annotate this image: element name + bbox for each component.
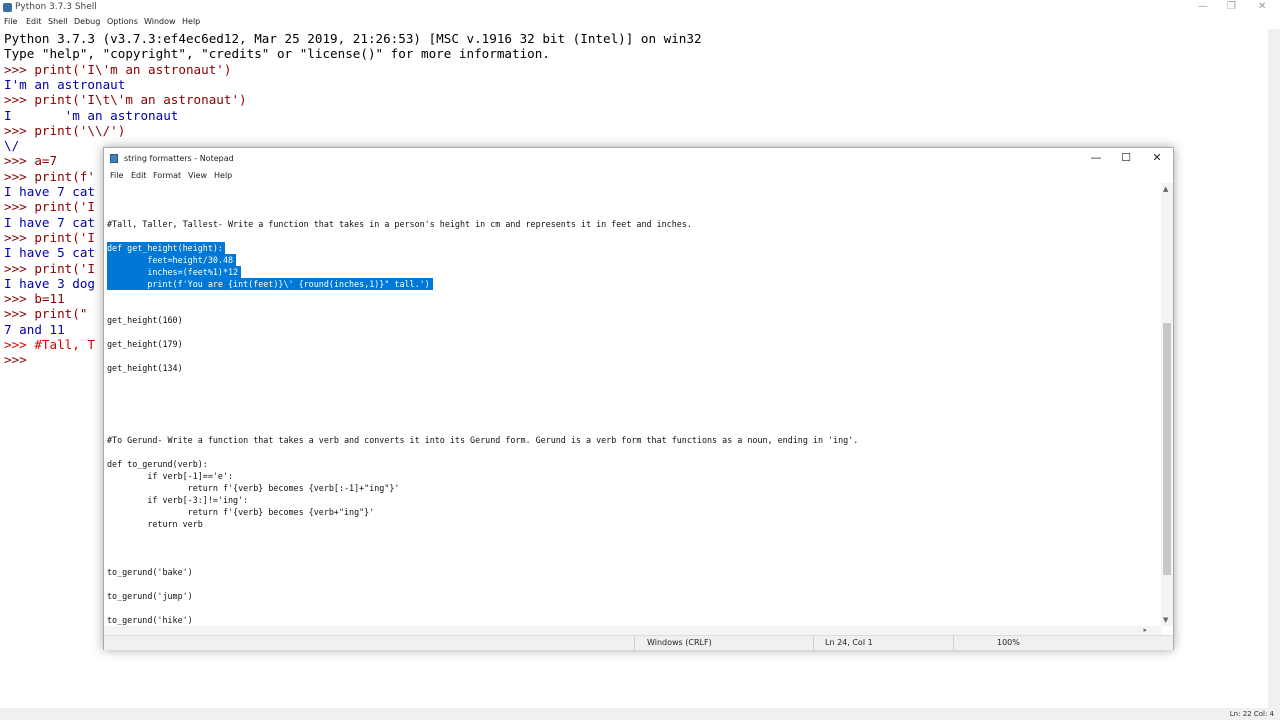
shell-line: >>> print('I <box>4 199 95 215</box>
shell-line: I have 7 cat <box>4 214 95 230</box>
notepad-code-line: if verb[-3:]!='ing': <box>107 495 249 505</box>
notepad-window-title: string formatters - Notepad <box>124 154 234 163</box>
notepad-code-line: print(f'You are {int(feet)}\' {round(inc… <box>107 279 430 289</box>
shell-line: \/ <box>4 138 20 154</box>
shell-menu-file[interactable]: File <box>4 17 17 26</box>
shell-menu-options[interactable]: Options <box>107 17 138 26</box>
notepad-text-area[interactable]: #Tall, Taller, Tallest- Write a function… <box>104 183 1161 626</box>
shell-line: >>> print('I <box>4 260 95 276</box>
shell-line: >>> a=7 <box>4 153 58 169</box>
shell-line: >>> print(" <box>4 306 88 322</box>
shell-title-bar: Python 3.7.3 Shell — ❐ ✕ <box>0 0 1280 15</box>
notepad-menu-file[interactable]: File <box>110 171 123 180</box>
notepad-code-line: #To Gerund- Write a function that takes … <box>107 435 859 445</box>
notepad-code-line: get_height(179) <box>107 339 183 349</box>
python-icon <box>3 3 12 12</box>
shell-line: >>> print('I\'m an astronaut') <box>4 61 232 77</box>
notepad-menu-help[interactable]: Help <box>214 171 232 180</box>
notepad-title-bar[interactable]: string formatters - Notepad — ☐ ✕ <box>104 148 1173 169</box>
notepad-code-line: return f'{verb} becomes {verb+"ing"}' <box>107 507 375 517</box>
shell-line: 7 and 11 <box>4 321 65 337</box>
shell-restore-button[interactable]: ❐ <box>1227 1 1236 12</box>
shell-window-title: Python 3.7.3 Shell <box>15 2 97 12</box>
shell-line: >>> print('I\t\'m an astronaut') <box>4 92 247 108</box>
notepad-code-line: to_gerund('hike') <box>107 615 193 625</box>
notepad-scroll-thumb[interactable] <box>1163 323 1171 575</box>
shell-line: I'm an astronaut <box>4 76 126 92</box>
notepad-code-line: return verb <box>107 519 203 529</box>
scroll-down-icon[interactable]: ▼ <box>1163 616 1168 624</box>
notepad-code-line: if verb[-1]=='e': <box>107 471 234 481</box>
notepad-vertical-scrollbar[interactable]: ▲ ▼ <box>1161 183 1173 626</box>
notepad-code-line: inches=(feet%1)*12 <box>107 267 239 277</box>
shell-line: >>> #Tall, T <box>4 337 95 352</box>
shell-scrollbar[interactable] <box>1268 29 1280 708</box>
notepad-code-line: get_height(134) <box>107 363 183 373</box>
shell-line: I have 7 cat <box>4 184 95 199</box>
shell-line: I have 5 cat <box>4 245 95 261</box>
shell-menu-shell[interactable]: Shell <box>48 17 68 26</box>
shell-menu-help[interactable]: Help <box>182 17 200 26</box>
scroll-up-icon[interactable]: ▲ <box>1163 185 1168 193</box>
notepad-horizontal-scrollbar[interactable]: ▸ <box>104 626 1161 635</box>
shell-minimize-button[interactable]: — <box>1198 1 1208 12</box>
notepad-status-bar: Windows (CRLF) Ln 24, Col 1 100% <box>104 635 1173 650</box>
shell-close-button[interactable]: ✕ <box>1258 1 1266 12</box>
shell-line: >>> print('I <box>4 229 95 245</box>
shell-line: >>> print(f' <box>4 168 95 184</box>
shell-line: I 'm an astronaut <box>4 107 179 123</box>
notepad-encoding: Windows (CRLF) <box>647 638 712 647</box>
notepad-menu-bar: File Edit Format View Help <box>104 169 1173 183</box>
notepad-menu-edit[interactable]: Edit <box>131 171 147 180</box>
shell-menu-bar: File Edit Shell Debug Options Window Hel… <box>0 15 1280 29</box>
notepad-code-line: return f'{verb} becomes {verb[:-1]+"ing"… <box>107 483 400 493</box>
notepad-code-line: to_gerund('bake') <box>107 567 193 577</box>
notepad-code-line: to_gerund('jump') <box>107 591 193 601</box>
shell-line: Python 3.7.3 (v3.7.3:ef4ec6ed12, Mar 25 … <box>4 31 702 46</box>
shell-line: Type "help", "copyright", "credits" or "… <box>4 46 550 62</box>
notepad-cursor-position: Ln 24, Col 1 <box>825 638 873 647</box>
notepad-menu-format[interactable]: Format <box>153 171 181 180</box>
notepad-zoom-level: 100% <box>997 638 1020 647</box>
status-separator <box>813 636 814 650</box>
notepad-maximize-button[interactable]: ☐ <box>1111 151 1141 164</box>
shell-line: >>> print('\\/') <box>4 122 126 138</box>
notepad-menu-view[interactable]: View <box>188 171 207 180</box>
shell-menu-window[interactable]: Window <box>144 17 176 26</box>
notepad-code-line: def get_height(height): <box>107 243 223 253</box>
notepad-code-line: #Tall, Taller, Tallest- Write a function… <box>107 219 692 229</box>
notepad-code-line: get_height(160) <box>107 315 183 325</box>
notepad-window[interactable]: string formatters - Notepad — ☐ ✕ File E… <box>103 147 1174 650</box>
notepad-code-line: def to_gerund(verb): <box>107 459 208 469</box>
notepad-code-line: feet=height/30.48 <box>107 255 234 265</box>
shell-status-bar: Ln: 22 Col: 4 <box>0 708 1280 720</box>
shell-line: I have 3 dog <box>4 275 95 291</box>
scroll-right-icon[interactable]: ▸ <box>1143 626 1147 634</box>
shell-cursor-position: Ln: 22 Col: 4 <box>1229 710 1274 718</box>
status-separator <box>634 636 635 650</box>
status-separator <box>953 636 954 650</box>
notepad-close-button[interactable]: ✕ <box>1142 151 1172 164</box>
shell-menu-edit[interactable]: Edit <box>26 17 42 26</box>
shell-menu-debug[interactable]: Debug <box>74 17 100 26</box>
notepad-icon <box>110 154 118 163</box>
shell-line: >>> b=11 <box>4 291 65 307</box>
notepad-minimize-button[interactable]: — <box>1081 151 1111 164</box>
shell-line: >>> <box>4 352 35 368</box>
